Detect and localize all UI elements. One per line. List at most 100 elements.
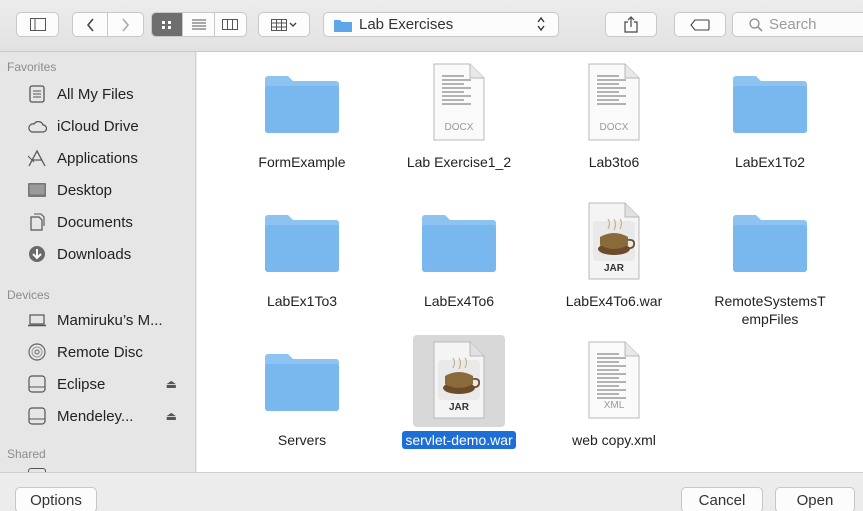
xml-file-icon: XML [568, 335, 660, 427]
folder-icon [256, 196, 348, 288]
share-button[interactable] [605, 12, 657, 37]
sidebar-item-desktop[interactable]: Desktop [26, 178, 191, 202]
sidebar-item-label: Mamiruku’s M... [57, 311, 163, 329]
sidebar-item-label: Eclipse [57, 375, 106, 393]
file-name: LabEx4To6.war [565, 293, 663, 309]
folder-icon [413, 196, 505, 288]
disc-icon [26, 342, 48, 362]
file-name: web copy.xml [572, 432, 656, 448]
column-view-button[interactable] [215, 13, 246, 36]
eject-icon[interactable]: ⏏ [166, 377, 177, 391]
sidebar-item-all-my-files[interactable]: All My Files [26, 82, 191, 106]
sidebar-item-icloud-drive[interactable]: iCloud Drive [26, 114, 191, 138]
file-name: LabEx1To3 [266, 293, 338, 309]
sidebar-item-label: Downloads [57, 245, 132, 263]
applications-icon [26, 148, 48, 168]
folder-icon [256, 335, 348, 427]
sidebar: Favorites All My Files iCloud Drive Appl… [0, 52, 196, 472]
tag-button[interactable] [674, 12, 726, 37]
file-name: Servers [277, 432, 327, 448]
docx-file-icon: DOCX [568, 57, 660, 149]
file-item[interactable]: JAR servlet-demo.war [384, 335, 534, 449]
sidebar-item-documents[interactable]: Documents [26, 210, 191, 234]
file-item[interactable]: RemoteSystemsT empFiles [695, 196, 845, 328]
icon-view-icon [162, 20, 172, 29]
path-popup[interactable]: Lab Exercises [323, 12, 559, 37]
view-mode-group [151, 12, 247, 37]
file-item[interactable]: Servers [227, 335, 377, 449]
search-placeholder: Search [769, 16, 817, 33]
sidebar-item-label: iCloud Drive [57, 117, 139, 135]
back-button[interactable] [73, 13, 109, 36]
file-name: Lab3to6 [588, 154, 640, 170]
devices-heading: Devices [7, 288, 50, 302]
sidebar-item-label: Applications [57, 149, 138, 167]
arrange-icon [271, 18, 297, 31]
favorites-heading: Favorites [7, 60, 57, 74]
search-icon [749, 17, 763, 32]
sidebar-item-applications[interactable]: Applications [26, 146, 191, 170]
laptop-icon [26, 310, 48, 330]
sidebar-item-label: All My Files [57, 85, 134, 103]
file-type-badge: XML [603, 400, 625, 411]
folder-icon [256, 57, 348, 149]
file-item[interactable]: LabEx4To6 [384, 196, 534, 310]
sidebar-item-downloads[interactable]: Downloads [26, 242, 191, 266]
folder-icon [334, 19, 352, 32]
sidebar-item-remote-disc[interactable]: Remote Disc [26, 340, 191, 364]
all-files-icon [26, 84, 48, 104]
file-type-badge: JAR [448, 402, 469, 413]
toolbar: Lab Exercises Search [0, 0, 863, 52]
file-type-badge: DOCX [599, 122, 629, 133]
arrange-button[interactable] [258, 12, 310, 37]
sidebar-item-label: Mendeley... [57, 407, 134, 425]
eject-icon[interactable]: ⏏ [166, 409, 177, 423]
file-browser: FormExample DOCX Lab Exercise1_2 DOCX Lab3to… [197, 52, 863, 472]
folder-icon [724, 57, 816, 149]
sidebar-item-label: Documents [57, 213, 133, 231]
cancel-button[interactable]: Cancel [681, 487, 763, 511]
file-item[interactable]: DOCX Lab Exercise1_2 [384, 57, 534, 171]
file-item[interactable]: FormExample [227, 57, 377, 171]
sidebar-item-label: Desktop [57, 181, 113, 199]
open-button[interactable]: Open [775, 487, 855, 511]
file-item[interactable]: DOCX Lab3to6 [539, 57, 689, 171]
shared-heading: Shared [7, 447, 46, 461]
drive-icon [26, 406, 48, 426]
file-item[interactable]: JAR LabEx4To6.war [539, 196, 689, 310]
back-forward-group [72, 12, 144, 37]
forward-icon [122, 17, 130, 32]
options-button[interactable]: Options [15, 487, 97, 511]
icon-view-button[interactable] [152, 13, 184, 36]
file-label: RemoteSystemsT empFiles [711, 292, 828, 328]
back-icon [86, 17, 94, 32]
up-down-arrows-icon [537, 16, 545, 32]
file-item[interactable]: LabEx1To3 [227, 196, 377, 310]
share-icon [624, 16, 638, 33]
downloads-icon [26, 244, 48, 264]
file-name-line1: RemoteSystemsT [714, 293, 826, 309]
docx-file-icon: DOCX [413, 57, 505, 149]
desktop-icon [26, 180, 48, 200]
forward-button[interactable] [108, 13, 143, 36]
path-popup-label: Lab Exercises [359, 16, 454, 33]
bottom-bar: Options Cancel Open [0, 472, 863, 511]
file-item[interactable]: LabEx1To2 [695, 57, 845, 171]
sidebar-item-eclipse[interactable]: Eclipse ⏏ [26, 372, 191, 396]
file-name: FormExample [258, 154, 346, 170]
search-field[interactable]: Search [732, 12, 863, 37]
cloud-icon [26, 116, 48, 136]
file-type-badge: JAR [603, 263, 624, 274]
file-type-badge: DOCX [444, 122, 474, 133]
sidebar-item-mac[interactable]: Mamiruku’s M... [26, 308, 191, 332]
jar-file-icon: JAR [568, 196, 660, 288]
file-name: servlet-demo.war [402, 431, 516, 449]
file-name: LabEx4To6 [423, 293, 495, 309]
folder-icon [724, 196, 816, 288]
list-view-button[interactable] [183, 13, 215, 36]
sidebar-item-mendeley[interactable]: Mendeley... ⏏ [26, 404, 191, 428]
drive-icon [26, 374, 48, 394]
file-name: Lab Exercise1_2 [406, 154, 512, 170]
sidebar-toggle-button[interactable] [16, 12, 59, 37]
file-item[interactable]: XML web copy.xml [539, 335, 689, 449]
